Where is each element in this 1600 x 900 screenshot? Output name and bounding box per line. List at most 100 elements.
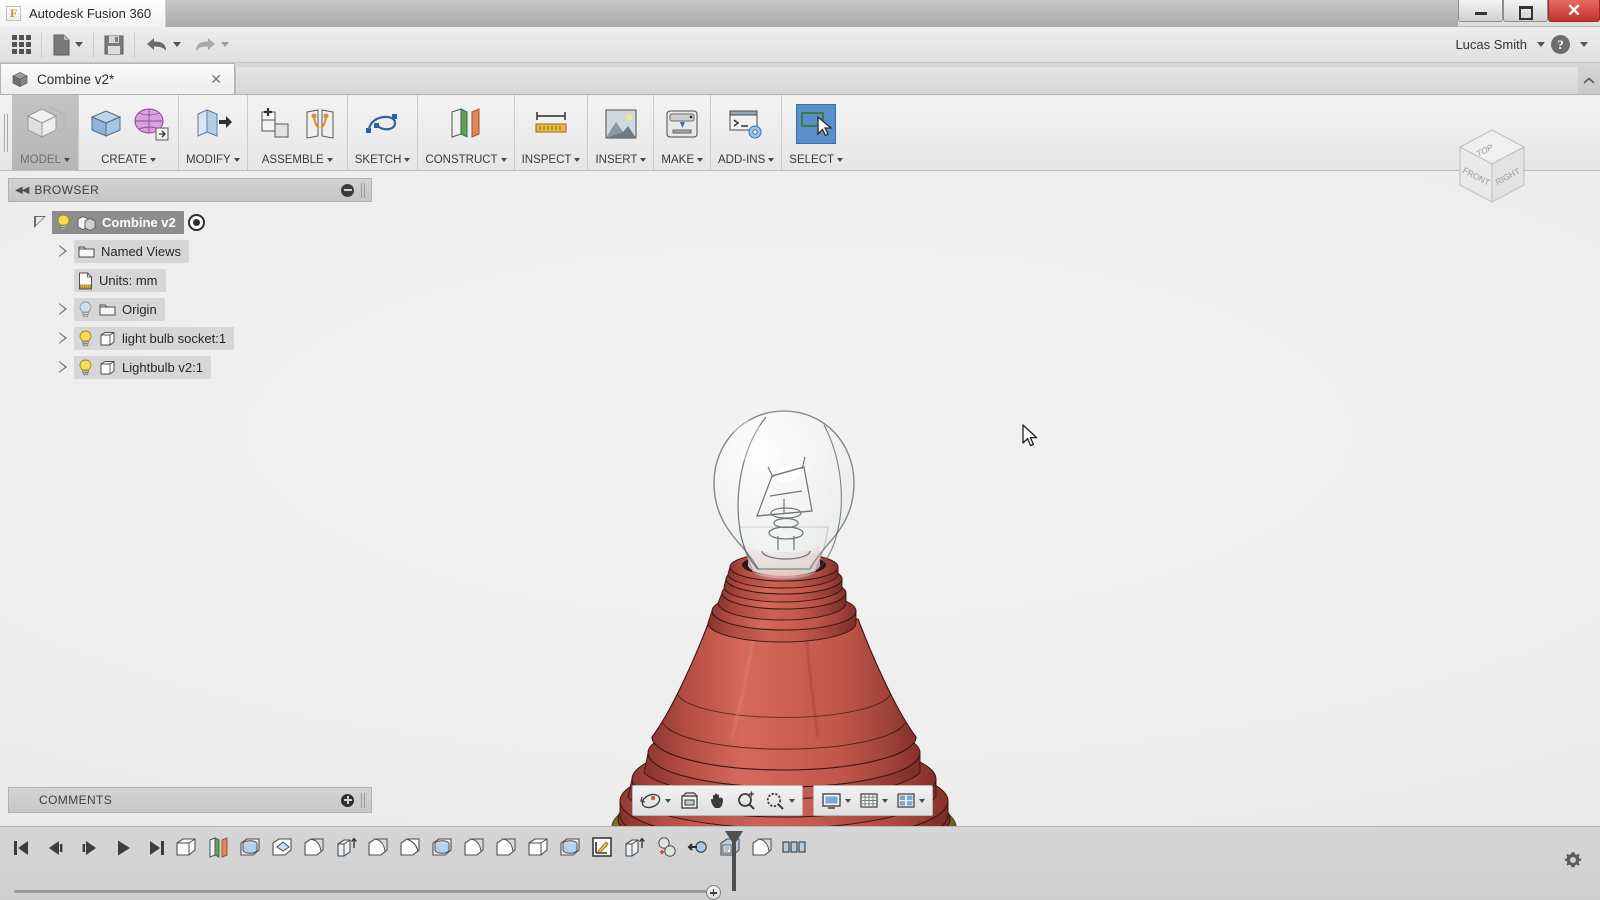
- timeline-zoom-knob[interactable]: [706, 885, 721, 900]
- browser-panel-header[interactable]: ◀◀ BROWSER: [8, 178, 372, 202]
- ribbon-panel-modify[interactable]: MODIFY: [179, 95, 248, 170]
- expander-right-icon[interactable]: [52, 361, 74, 374]
- ribbon-panel-insert[interactable]: INSERT: [588, 95, 655, 170]
- look-at-button[interactable]: [675, 787, 704, 814]
- tree-row-lightbulb-v2[interactable]: Lightbulb v2:1: [8, 353, 372, 382]
- press-pull-icon[interactable]: [193, 104, 233, 144]
- tree-label-wrap-combine[interactable]: Combine v2: [52, 211, 184, 234]
- zoom-button[interactable]: [732, 787, 761, 814]
- tree-row-units[interactable]: Units: mm: [8, 266, 372, 295]
- tree-row-named-views[interactable]: Named Views: [8, 237, 372, 266]
- ribbon-collapse-chevron-icon[interactable]: [1578, 67, 1600, 94]
- pan-button[interactable]: [704, 787, 732, 814]
- assemble-caret-icon[interactable]: [326, 158, 333, 162]
- step-back-button[interactable]: [40, 833, 70, 863]
- workspace-selector-model[interactable]: MODEL: [12, 95, 79, 170]
- close-button[interactable]: ✕: [1548, 0, 1600, 22]
- ribbon-panel-construct[interactable]: CONSTRUCT: [418, 95, 515, 170]
- modify-caret-icon[interactable]: [233, 158, 240, 162]
- component-activate-radio[interactable]: [187, 214, 205, 231]
- minimize-button[interactable]: [1458, 0, 1503, 22]
- ribbon-panel-select[interactable]: SELECT: [782, 95, 850, 170]
- lightbulb-visibility-icon-off[interactable]: [78, 301, 93, 318]
- feature-revolve-b[interactable]: [364, 832, 392, 862]
- expander-right-icon[interactable]: [52, 332, 74, 345]
- measure-ruler-icon[interactable]: [531, 104, 571, 144]
- window-select-icon[interactable]: [796, 104, 837, 144]
- new-file-caret-icon[interactable]: [75, 42, 83, 47]
- tree-label-wrap-named-views[interactable]: Named Views: [74, 240, 189, 263]
- user-menu-caret-icon[interactable]: [1537, 42, 1545, 47]
- go-to-beginning-button[interactable]: [6, 833, 36, 863]
- tree-label-wrap-light-bulb-socket[interactable]: light bulb socket:1: [74, 327, 235, 350]
- 3d-print-icon[interactable]: [662, 104, 702, 144]
- tree-label-wrap-lightbulb-v2[interactable]: Lightbulb v2:1: [74, 356, 211, 379]
- tree-row-light-bulb-socket[interactable]: light bulb socket:1: [8, 324, 372, 353]
- spline-sketch-icon[interactable]: [363, 104, 403, 144]
- display-settings-button[interactable]: [817, 787, 855, 814]
- redo-caret-icon[interactable]: [221, 42, 229, 47]
- make-caret-icon[interactable]: [697, 158, 703, 162]
- app-grid-button[interactable]: [0, 30, 37, 60]
- feature-shell[interactable]: [524, 832, 552, 862]
- close-icon[interactable]: ✕: [204, 71, 228, 88]
- grid-caret-icon[interactable]: [882, 798, 888, 803]
- offset-plane-icon[interactable]: [446, 104, 486, 144]
- tree-label-wrap-units[interactable]: Units: mm: [74, 269, 166, 292]
- new-file-button[interactable]: [46, 30, 89, 60]
- tree-row-origin[interactable]: Origin: [8, 295, 372, 324]
- construct-caret-icon[interactable]: [500, 158, 507, 162]
- grid-snaps-button[interactable]: [855, 787, 892, 814]
- lightbulb-visibility-icon-on[interactable]: [78, 330, 93, 347]
- comments-panel-header[interactable]: COMMENTS: [8, 787, 372, 813]
- addins-caret-icon[interactable]: [768, 158, 775, 162]
- ribbon-panel-make[interactable]: MAKE: [654, 95, 711, 170]
- maximize-restore-button[interactable]: [1503, 0, 1548, 22]
- ribbon-panel-sketch[interactable]: SKETCH: [348, 95, 419, 170]
- expander-right-icon[interactable]: [52, 303, 74, 316]
- undo-caret-icon[interactable]: [173, 42, 181, 47]
- insert-caret-icon[interactable]: [640, 158, 647, 162]
- timeline-rail[interactable]: [14, 890, 714, 893]
- joint-icon[interactable]: [300, 104, 340, 144]
- settings-gear-icon[interactable]: [1562, 849, 1584, 871]
- feature-revolve-d[interactable]: [492, 832, 520, 862]
- model-caret-icon[interactable]: [63, 158, 70, 162]
- feature-fillet[interactable]: [268, 832, 296, 862]
- feature-cylinder-c[interactable]: [556, 832, 584, 862]
- feature-cylinder-b[interactable]: [428, 832, 456, 862]
- comments-resize-grip[interactable]: [359, 792, 367, 808]
- redo-button[interactable]: [187, 30, 235, 60]
- display-caret-icon[interactable]: [845, 798, 851, 803]
- document-tab-combine[interactable]: Combine v2* ✕: [0, 63, 235, 94]
- go-to-end-button[interactable]: [142, 833, 172, 863]
- double-left-arrows-icon[interactable]: ◀◀: [13, 185, 34, 196]
- lightbulb-visibility-icon-on[interactable]: [78, 359, 93, 376]
- ribbon-panel-assemble[interactable]: ASSEMBLE: [248, 95, 348, 170]
- feature-cylinder[interactable]: [236, 832, 264, 862]
- feature-combine[interactable]: [652, 832, 680, 862]
- feature-extrude-a[interactable]: [332, 832, 360, 862]
- tree-row-combine-v2[interactable]: Combine v2: [8, 208, 372, 237]
- expander-right-icon[interactable]: [52, 245, 74, 258]
- viewports-button[interactable]: [892, 787, 929, 814]
- help-caret-icon[interactable]: [1580, 42, 1588, 47]
- viewports-caret-icon[interactable]: [919, 798, 925, 803]
- step-forward-button[interactable]: [74, 833, 104, 863]
- feature-revolve-e[interactable]: [748, 832, 776, 862]
- sketch-caret-icon[interactable]: [404, 158, 411, 162]
- help-icon[interactable]: ?: [1551, 35, 1570, 54]
- expander-down-icon[interactable]: [30, 216, 52, 229]
- fit-caret-icon[interactable]: [789, 798, 795, 803]
- feature-extrude-b[interactable]: [620, 832, 648, 862]
- ribbon-panel-create[interactable]: CREATE: [79, 95, 179, 170]
- feature-revolve-a[interactable]: [300, 832, 328, 862]
- new-component-icon[interactable]: [255, 104, 295, 144]
- create-caret-icon[interactable]: [149, 158, 156, 162]
- play-button[interactable]: [108, 833, 138, 863]
- select-caret-icon[interactable]: [837, 158, 844, 162]
- script-addin-icon[interactable]: [726, 104, 766, 144]
- fit-button[interactable]: [761, 787, 799, 814]
- orbit-caret-icon[interactable]: [665, 798, 671, 803]
- feature-pattern[interactable]: [780, 832, 808, 862]
